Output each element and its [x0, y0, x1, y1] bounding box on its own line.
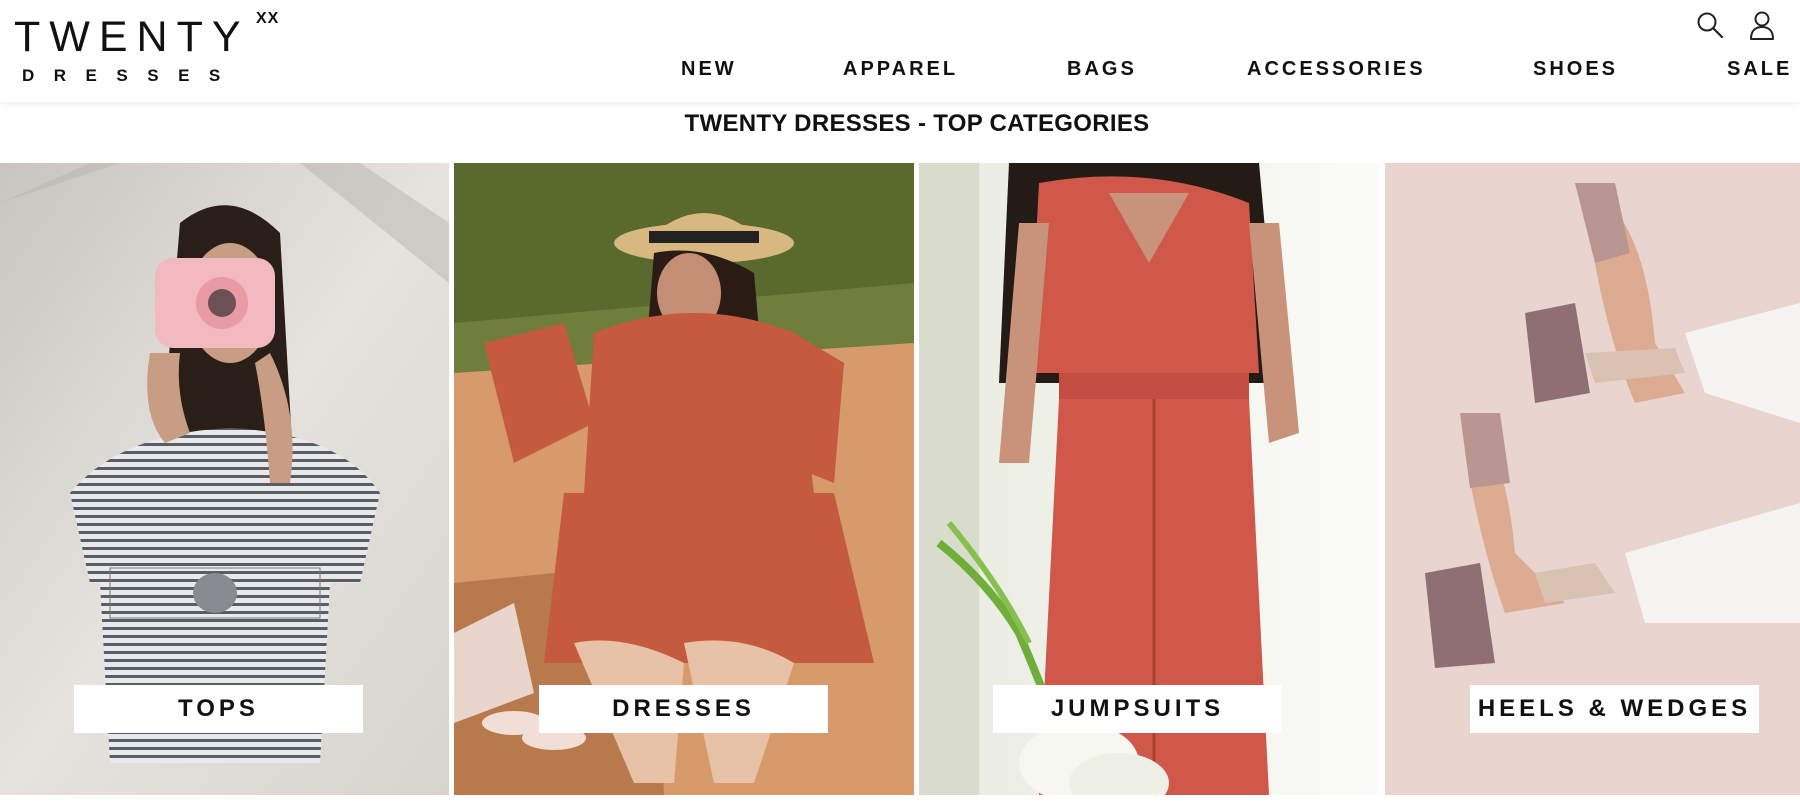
category-label-dresses[interactable]: DRESSES [539, 685, 828, 733]
logo-subline: DRESSES [22, 66, 240, 85]
nav-shoes[interactable]: SHOES [1533, 58, 1618, 81]
main-nav: NEW APPAREL BAGS ACCESSORIES SHOES SALE [681, 58, 1791, 84]
nav-accessories[interactable]: ACCESSORIES [1247, 58, 1426, 81]
category-label-heels-wedges[interactable]: HEELS & WEDGES [1470, 685, 1759, 733]
logo-wordmark: TWENTY [14, 13, 250, 61]
user-icon[interactable] [1746, 9, 1778, 41]
category-tile-tops[interactable]: TOPS [0, 163, 449, 795]
category-tile-jumpsuits[interactable]: JUMPSUITS [919, 163, 1380, 795]
header-icons [1694, 8, 1778, 42]
category-label-tops[interactable]: TOPS [74, 685, 363, 733]
search-icon[interactable] [1694, 9, 1726, 41]
category-grid: TOPS DRESSES JUMPSUITS HEELS & WEDGES [0, 163, 1800, 795]
logo-superscript: XX [256, 10, 280, 27]
nav-sale[interactable]: SALE [1727, 58, 1792, 81]
section-title: TWENTY DRESSES - TOP CATEGORIES [684, 110, 1150, 137]
nav-bags[interactable]: BAGS [1067, 58, 1137, 81]
nav-apparel[interactable]: APPAREL [843, 58, 958, 81]
category-tile-dresses[interactable]: DRESSES [454, 163, 914, 795]
brand-logo[interactable]: TWENTY XX DRESSES [14, 8, 284, 88]
category-tile-heels-wedges[interactable]: HEELS & WEDGES [1385, 163, 1800, 795]
category-label-jumpsuits[interactable]: JUMPSUITS [993, 685, 1282, 733]
site-header: TWENTY XX DRESSES NEW APPAREL BAGS ACCES… [0, 0, 1800, 102]
nav-new[interactable]: NEW [681, 58, 737, 81]
